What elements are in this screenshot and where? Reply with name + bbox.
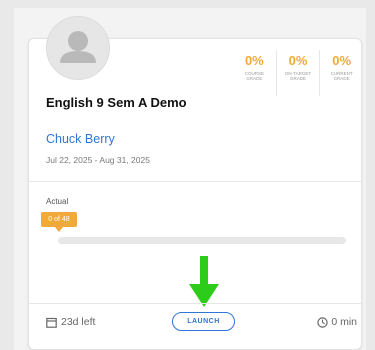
divider — [28, 181, 362, 182]
course-dates: Jul 22, 2025 - Aug 31, 2025 — [46, 155, 150, 165]
launch-button[interactable]: LAUNCH — [172, 312, 235, 331]
time-spent: 0 min — [317, 316, 357, 328]
stat-label: ON-TARGET GRADE — [284, 71, 312, 81]
calendar-icon — [46, 317, 57, 328]
progress-track — [58, 237, 346, 244]
clock-icon — [317, 316, 329, 328]
stat-label: COURSE GRADE — [244, 71, 264, 81]
time-spent-text: 0 min — [331, 316, 357, 328]
stat-label: CURRENT GRADE — [330, 71, 353, 81]
footer-divider — [28, 303, 362, 304]
user-avatar-icon — [46, 16, 110, 80]
course-title: English 9 Sem A Demo — [46, 95, 187, 110]
days-left: 23d left — [46, 316, 95, 328]
days-left-text: 23d left — [61, 316, 96, 328]
stat-value: 0% — [244, 53, 264, 68]
stat-course-grade: 0% COURSE GRADE — [233, 50, 276, 96]
teacher-link[interactable]: Chuck Berry — [46, 132, 115, 146]
stat-value: 0% — [332, 53, 352, 68]
stat-value: 0% — [288, 53, 308, 68]
stat-current-grade: 0% CURRENT GRADE — [319, 50, 363, 96]
progress-label: Actual — [46, 197, 69, 206]
grade-stats: 0% COURSE GRADE 0% ON-TARGET GRADE 0% CU… — [233, 50, 363, 96]
down-arrow-icon — [189, 256, 219, 307]
stat-on-target-grade: 0% ON-TARGET GRADE — [275, 50, 320, 96]
progress-badge: 0 of 48 — [41, 212, 77, 232]
